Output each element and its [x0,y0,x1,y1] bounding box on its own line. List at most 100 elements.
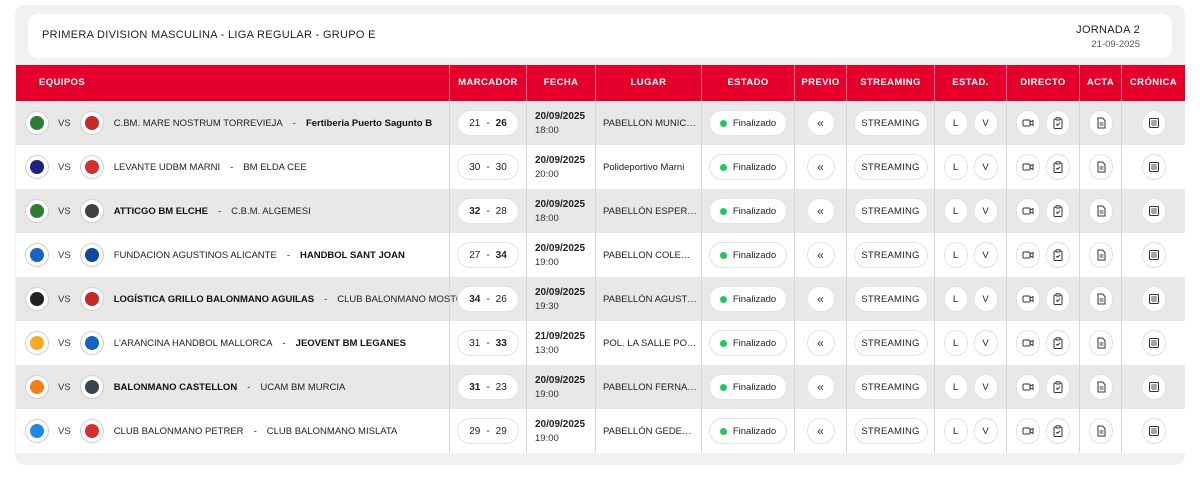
score-pill[interactable]: 32 - 28 [458,199,518,223]
score-pill[interactable]: 27 - 34 [458,243,518,267]
score-pill[interactable]: 30 - 30 [458,155,518,179]
previo-button[interactable]: « [807,287,834,311]
stats-local-button[interactable]: L [944,111,967,135]
previo-button[interactable]: « [807,111,834,135]
match-venue[interactable]: PABELLÓN GEDEON MUNICIPAL [603,426,697,437]
home-team-logo[interactable] [25,243,49,267]
match-venue[interactable]: PABELLÓN AGUSTÍN GARCÍA [603,294,697,305]
acta-button[interactable] [1089,331,1112,355]
away-team-name[interactable]: UCAM BM MURCIA [260,382,345,393]
stats-local-button[interactable]: L [944,331,967,355]
home-team-logo[interactable] [25,155,49,179]
away-team-logo[interactable] [79,199,104,223]
cronica-button[interactable] [1142,111,1165,135]
home-team-name[interactable]: FUNDACION AGUSTINOS ALICANTE [114,250,277,261]
away-team-name[interactable]: JEOVENT BM LEGANES [296,338,406,349]
stats-visitante-button[interactable]: V [974,111,997,135]
cronica-button[interactable] [1142,155,1165,179]
directo-clipboard-button[interactable] [1047,155,1069,179]
match-venue[interactable]: PABELLÓN ESPERANZA LAG [603,206,697,217]
away-team-logo[interactable] [79,243,104,267]
stats-visitante-button[interactable]: V [974,287,997,311]
home-team-name[interactable]: LEVANTE UDBM MARNI [114,162,220,173]
stats-visitante-button[interactable]: V [974,155,997,179]
acta-button[interactable] [1089,155,1112,179]
previo-button[interactable]: « [807,375,834,399]
acta-button[interactable] [1089,287,1112,311]
home-team-name[interactable]: ATTICGO BM ELCHE [114,206,208,217]
stats-visitante-button[interactable]: V [974,243,997,267]
cronica-button[interactable] [1142,331,1165,355]
streaming-button[interactable]: STREAMING [854,111,927,135]
streaming-button[interactable]: STREAMING [854,243,927,267]
home-team-logo[interactable] [25,199,49,223]
score-pill[interactable]: 21 - 26 [458,111,518,135]
home-team-logo[interactable] [25,331,49,355]
directo-video-button[interactable] [1017,199,1039,223]
directo-video-button[interactable] [1017,375,1039,399]
home-team-logo[interactable] [25,419,49,443]
streaming-button[interactable]: STREAMING [854,155,927,179]
directo-clipboard-button[interactable] [1047,199,1069,223]
stats-local-button[interactable]: L [944,375,967,399]
cronica-button[interactable] [1142,199,1165,223]
home-team-name[interactable]: LOGÍSTICA GRILLO BALONMANO AGUILAS [114,294,314,305]
previo-button[interactable]: « [807,155,834,179]
directo-video-button[interactable] [1017,111,1039,135]
directo-video-button[interactable] [1017,243,1039,267]
directo-video-button[interactable] [1017,287,1039,311]
directo-video-button[interactable] [1017,419,1039,443]
directo-clipboard-button[interactable] [1047,375,1069,399]
acta-button[interactable] [1089,419,1112,443]
streaming-button[interactable]: STREAMING [854,331,927,355]
match-venue[interactable]: POL. LA SALLE PONTS [603,338,697,349]
away-team-name[interactable]: BM ELDA CEE [243,162,306,173]
cronica-button[interactable] [1142,243,1165,267]
previo-button[interactable]: « [807,419,834,443]
away-team-name[interactable]: HANDBOL SANT JOAN [300,250,405,261]
stats-visitante-button[interactable]: V [974,331,997,355]
home-team-name[interactable]: CLUB BALONMANO PETRER [114,426,244,437]
stats-visitante-button[interactable]: V [974,419,997,443]
directo-video-button[interactable] [1017,155,1039,179]
stats-local-button[interactable]: L [944,199,967,223]
directo-clipboard-button[interactable] [1047,419,1069,443]
away-team-name[interactable]: CLUB BALONMANO MISLATA [267,426,398,437]
score-pill[interactable]: 31 - 23 [458,375,518,399]
home-team-name[interactable]: C.BM. MARE NOSTRUM TORREVIEJA [114,118,283,129]
streaming-button[interactable]: STREAMING [854,375,927,399]
stats-local-button[interactable]: L [944,155,967,179]
cronica-button[interactable] [1142,419,1165,443]
directo-clipboard-button[interactable] [1047,287,1069,311]
score-pill[interactable]: 34 - 26 [458,287,518,311]
directo-clipboard-button[interactable] [1047,111,1069,135]
acta-button[interactable] [1089,199,1112,223]
home-team-logo[interactable] [25,111,49,135]
away-team-logo[interactable] [79,287,104,311]
away-team-logo[interactable] [79,155,104,179]
score-pill[interactable]: 31 - 33 [458,331,518,355]
cronica-button[interactable] [1142,375,1165,399]
match-venue[interactable]: PABELLON MUNICIPAL DE DEPORTES [603,118,697,129]
cronica-button[interactable] [1142,287,1165,311]
home-team-name[interactable]: BALONMANO CASTELLON [114,382,238,393]
directo-video-button[interactable] [1017,331,1039,355]
acta-button[interactable] [1089,243,1112,267]
directo-clipboard-button[interactable] [1047,243,1069,267]
stats-visitante-button[interactable]: V [974,375,997,399]
previo-button[interactable]: « [807,331,834,355]
stats-local-button[interactable]: L [944,287,967,311]
stats-local-button[interactable]: L [944,243,967,267]
acta-button[interactable] [1089,111,1112,135]
away-team-logo[interactable] [79,331,104,355]
directo-clipboard-button[interactable] [1047,331,1069,355]
streaming-button[interactable]: STREAMING [854,199,927,223]
stats-local-button[interactable]: L [944,419,967,443]
away-team-logo[interactable] [79,375,104,399]
home-team-name[interactable]: L'ARANCINA HANDBOL MALLORCA [114,338,273,349]
home-team-logo[interactable] [25,375,49,399]
acta-button[interactable] [1089,375,1112,399]
streaming-button[interactable]: STREAMING [854,419,927,443]
away-team-logo[interactable] [79,419,104,443]
match-venue[interactable]: PABELLON COLEGIO AGUSTINOS [603,250,697,261]
